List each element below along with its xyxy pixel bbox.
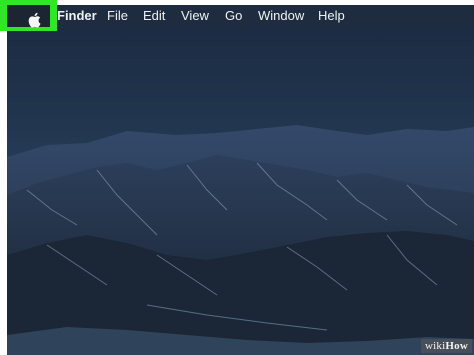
menu-file[interactable]: File	[107, 9, 128, 23]
menu-go[interactable]: Go	[225, 9, 242, 23]
menu-edit[interactable]: Edit	[143, 9, 165, 23]
apple-logo-icon[interactable]	[25, 10, 45, 30]
apple-menu-button[interactable]	[7, 5, 50, 30]
menu-finder[interactable]: Finder	[57, 9, 97, 23]
menu-bar: Finder File Edit View Go Window Help	[7, 5, 474, 27]
screenshot-frame: Finder File Edit View Go Window Help wik…	[0, 0, 474, 355]
menu-help[interactable]: Help	[318, 9, 345, 23]
menu-view[interactable]: View	[181, 9, 209, 23]
desktop-wallpaper	[7, 5, 474, 355]
desktop: Finder File Edit View Go Window Help	[7, 5, 474, 355]
menu-window[interactable]: Window	[258, 9, 304, 23]
wikihow-watermark: wikiHow	[421, 339, 472, 353]
watermark-how: How	[445, 340, 468, 352]
watermark-wiki: wiki	[425, 340, 446, 352]
apple-menu-highlight[interactable]	[0, 0, 57, 31]
